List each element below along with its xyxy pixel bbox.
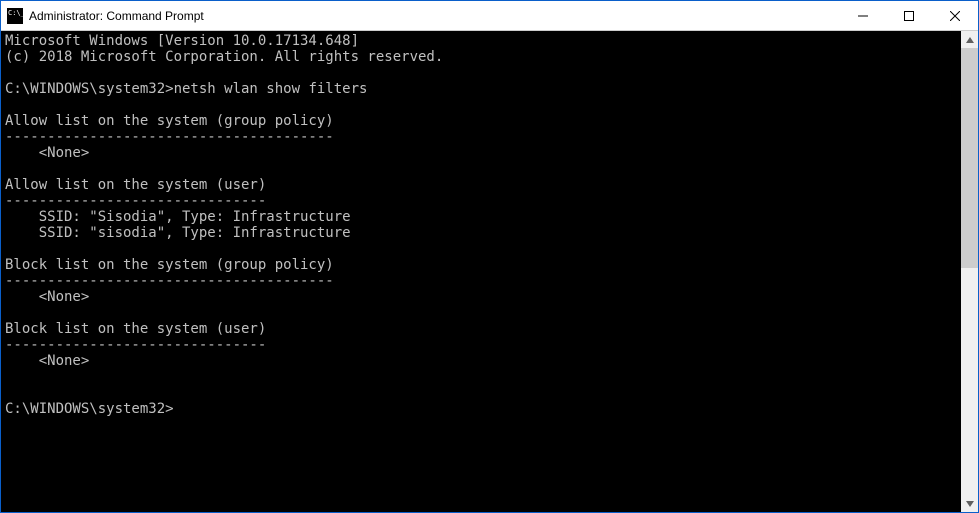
vertical-scrollbar[interactable] [961,31,978,512]
chevron-up-icon [966,37,974,43]
section-allow-user-entry-0: SSID: "Sisodia", Type: Infrastructure [5,209,351,225]
header-line-1: Microsoft Windows [Version 10.0.17134.64… [5,33,359,49]
minimize-button[interactable] [840,1,886,30]
maximize-icon [904,11,914,21]
section-block-gp-none: <None> [5,289,89,305]
scroll-up-button[interactable] [961,31,978,48]
scroll-thumb[interactable] [961,48,978,268]
cmd-icon [7,8,23,24]
prompt-1-path: C:\WINDOWS\system32> [5,81,174,97]
maximize-button[interactable] [886,1,932,30]
close-button[interactable] [932,1,978,30]
divider: --------------------------------------- [5,129,334,145]
header-line-2: (c) 2018 Microsoft Corporation. All righ… [5,49,443,65]
scroll-track[interactable] [961,48,978,495]
section-allow-gp-title: Allow list on the system (group policy) [5,113,334,129]
divider: ------------------------------- [5,193,266,209]
close-icon [950,11,960,21]
terminal-output[interactable]: Microsoft Windows [Version 10.0.17134.64… [1,31,961,512]
prompt-2-path: C:\WINDOWS\system32> [5,401,174,417]
titlebar-buttons [840,1,978,30]
prompt-1-command: netsh wlan show filters [174,81,368,97]
section-block-user-none: <None> [5,353,89,369]
scroll-down-button[interactable] [961,495,978,512]
divider: ------------------------------- [5,337,266,353]
titlebar[interactable]: Administrator: Command Prompt [1,1,978,31]
section-allow-user-entry-1: SSID: "sisodia", Type: Infrastructure [5,225,351,241]
section-block-user-title: Block list on the system (user) [5,321,266,337]
chevron-down-icon [966,501,974,507]
section-block-gp-title: Block list on the system (group policy) [5,257,334,273]
window-title: Administrator: Command Prompt [29,9,204,23]
section-allow-gp-none: <None> [5,145,89,161]
divider: --------------------------------------- [5,273,334,289]
section-allow-user-title: Allow list on the system (user) [5,177,266,193]
terminal-container: Microsoft Windows [Version 10.0.17134.64… [1,31,978,512]
minimize-icon [858,11,868,21]
